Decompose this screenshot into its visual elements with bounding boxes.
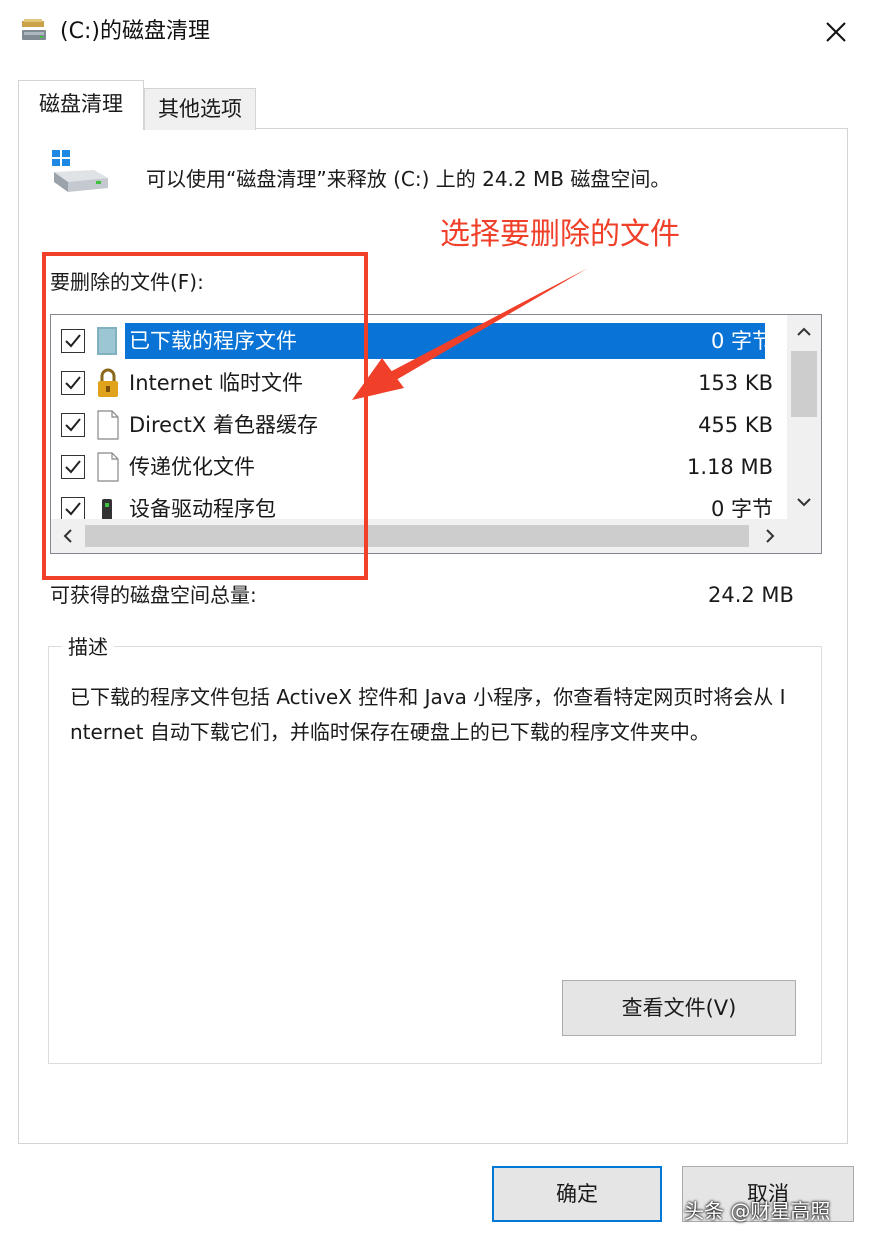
scroll-down-button[interactable] [787, 485, 821, 519]
checkbox[interactable] [61, 329, 85, 353]
tab-disk-cleanup[interactable]: 磁盘清理 [18, 80, 144, 130]
file-size: 455 KB [698, 413, 773, 437]
checkbox[interactable] [61, 455, 85, 479]
description-text: 已下载的程序文件包括 ActiveX 控件和 Java 小程序，你查看特定网页时… [70, 685, 786, 744]
watermark: 头条 @财星高照 [684, 1199, 831, 1223]
drive-icon [50, 148, 110, 194]
chevron-right-icon [766, 529, 775, 543]
file-icon [95, 409, 121, 441]
file-name: 传递优化文件 [129, 455, 255, 479]
total-space-value: 24.2 MB [708, 583, 794, 607]
checkbox[interactable] [61, 413, 85, 437]
file-icon [95, 451, 121, 483]
check-icon [65, 376, 81, 390]
checkbox[interactable] [61, 371, 85, 395]
window-title: (C:)的磁盘清理 [60, 19, 210, 44]
checkbox[interactable] [61, 497, 85, 521]
intro-text: 可以使用“磁盘清理”来释放 (C:) 上的 24.2 MB 磁盘空间。 [146, 167, 671, 191]
annotation-label: 选择要删除的文件 [440, 217, 680, 252]
ok-button[interactable]: 确定 [492, 1166, 662, 1222]
disk-cleanup-icon [20, 18, 48, 44]
vertical-scroll-thumb[interactable] [791, 351, 817, 417]
chevron-down-icon [797, 498, 811, 507]
file-size: 153 KB [698, 371, 773, 395]
check-icon [65, 502, 81, 516]
annotation-arrow [352, 268, 588, 400]
folder-icon [95, 325, 121, 357]
title-bar: (C:)的磁盘清理 [0, 0, 870, 64]
check-icon [65, 418, 81, 432]
list-item[interactable]: 传递优化文件 1.18 MB [51, 445, 787, 487]
chevron-left-icon [63, 529, 72, 543]
description-legend: 描述 [62, 632, 114, 662]
scroll-up-button[interactable] [787, 315, 821, 349]
check-icon [65, 460, 81, 474]
close-icon [826, 22, 846, 42]
tab-more-options[interactable]: 其他选项 [144, 88, 256, 130]
scroll-corner [787, 519, 821, 553]
chevron-up-icon [797, 327, 811, 336]
file-size: 1.18 MB [687, 455, 773, 479]
scroll-left-button[interactable] [51, 519, 85, 553]
file-name: Internet 临时文件 [129, 371, 304, 395]
total-space-label: 可获得的磁盘空间总量: [50, 583, 257, 607]
file-name: DirectX 着色器缓存 [129, 413, 318, 437]
horizontal-scrollbar[interactable] [51, 519, 787, 553]
scroll-right-button[interactable] [753, 519, 787, 553]
horizontal-scroll-thumb[interactable] [85, 525, 749, 547]
file-size: 0 字节 [710, 329, 773, 353]
check-icon [65, 334, 81, 348]
files-to-delete-label: 要删除的文件(F): [50, 270, 204, 294]
view-files-button[interactable]: 查看文件(V) [562, 980, 796, 1036]
close-button[interactable] [808, 8, 864, 56]
lock-icon [95, 367, 121, 399]
vertical-scrollbar[interactable] [787, 315, 821, 519]
